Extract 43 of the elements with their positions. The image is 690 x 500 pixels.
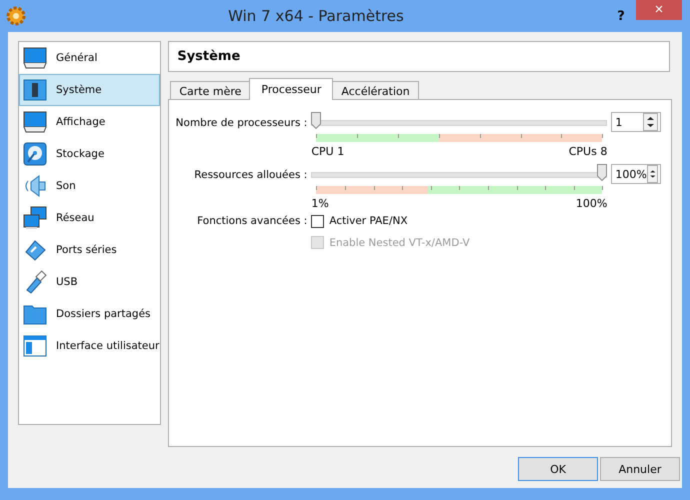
window-title: Win 7 x64 - Paramètres <box>227 7 405 25</box>
gear-icon <box>6 6 26 26</box>
sidebar-item[interactable]: Son <box>19 170 160 202</box>
sidebar-item[interactable]: Réseau <box>19 202 160 234</box>
sidebar-item[interactable]: USB <box>19 266 160 298</box>
close-button[interactable]: × <box>636 0 682 20</box>
sidebar-item[interactable]: Affichage <box>19 106 160 138</box>
slider-thumb[interactable] <box>597 164 608 181</box>
spin-arrows-icon[interactable] <box>646 165 658 183</box>
scale-label: CPUs 8 <box>568 145 608 158</box>
slider-thumb[interactable] <box>311 112 322 129</box>
tab[interactable]: Processeur <box>249 78 334 100</box>
tab[interactable]: Carte mère <box>170 81 250 100</box>
sidebar-item[interactable]: Ports séries <box>19 234 160 266</box>
scale-label: 1% <box>311 197 329 210</box>
field-label: Nombre de processeurs : <box>175 116 308 130</box>
sidebar-item[interactable]: Stockage <box>19 138 160 170</box>
checkbox[interactable] <box>311 214 324 228</box>
checkbox-label[interactable]: Activer PAE/NX <box>329 215 408 227</box>
sidebar-item[interactable]: Général <box>19 42 160 74</box>
section-header: Système <box>168 41 670 72</box>
scale-label: CPU 1 <box>311 145 344 158</box>
scale-label: 100% <box>576 197 608 210</box>
spin-field[interactable]: 100% <box>611 164 662 184</box>
tab[interactable]: Accélération <box>332 81 419 100</box>
sidebar-item[interactable]: Système <box>19 74 160 106</box>
window-icon <box>23 335 47 357</box>
chip-icon <box>23 79 47 101</box>
speaker-icon <box>23 174 47 198</box>
monitor-icon <box>23 47 47 69</box>
dialog-button[interactable]: OK <box>518 457 598 481</box>
spin-arrows-icon[interactable] <box>643 113 658 131</box>
sidebar-item[interactable]: Interface utilisateur <box>19 330 160 362</box>
field-label: Ressources allouées : <box>193 168 308 182</box>
dialog-button[interactable]: Annuler <box>600 457 680 481</box>
folder-icon <box>23 303 47 325</box>
field-label: Fonctions avancées : <box>196 214 308 228</box>
plug-icon <box>23 238 47 262</box>
help-button[interactable]: ? <box>606 8 636 24</box>
spin-field[interactable]: 1 <box>611 112 662 132</box>
monitor-icon <box>23 111 47 133</box>
sidebar-item[interactable]: Dossiers partagés <box>19 298 160 330</box>
network-icon <box>23 206 47 230</box>
